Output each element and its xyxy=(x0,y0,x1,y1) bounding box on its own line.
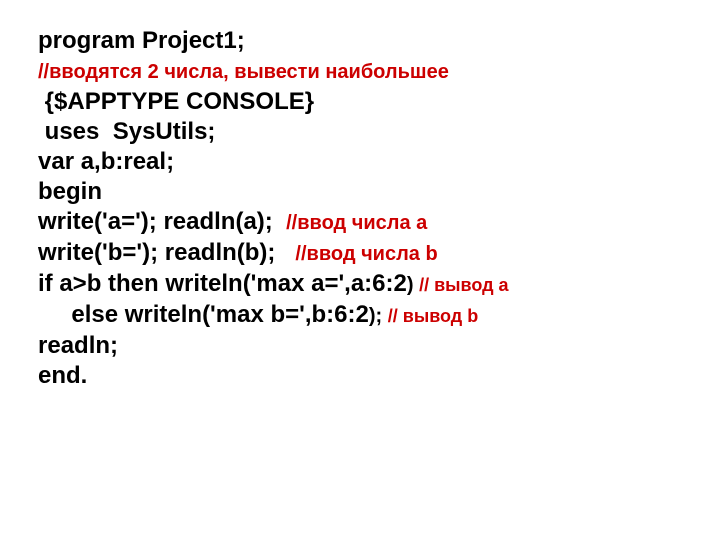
code-line-6: begin xyxy=(38,177,720,207)
code-line-8: write('b='); readln(b); //ввод числа b xyxy=(38,238,720,269)
code-tail: ); xyxy=(369,305,388,327)
code-line-12: end. xyxy=(38,361,720,391)
comment-text: // вывод b xyxy=(388,306,478,326)
comment-text: //вводятся 2 числа, вывести наибольшее xyxy=(38,61,449,83)
comment-text: //ввод числа а xyxy=(286,212,427,234)
code-line-4: uses SysUtils; xyxy=(38,117,720,147)
code-line-5: var a,b:real; xyxy=(38,147,720,177)
comment-text: //ввод числа b xyxy=(295,243,437,265)
code-tail: ) xyxy=(407,274,419,296)
code-line-3: {$APPTYPE CONSOLE} xyxy=(38,87,720,117)
code-text: if a>b then writeln('max a=',a:6:2 xyxy=(38,270,407,297)
code-line-2: //вводятся 2 числа, вывести наибольшее xyxy=(38,56,720,87)
code-text: else writeln('max b=',b:6:2 xyxy=(38,301,369,328)
code-line-1: program Project1; xyxy=(38,26,720,56)
code-text: write('b='); readln(b); xyxy=(38,239,295,266)
code-line-10: else writeln('max b=',b:6:2); // вывод b xyxy=(38,300,720,331)
code-line-9: if a>b then writeln('max a=',a:6:2) // в… xyxy=(38,269,720,300)
code-line-11: readln; xyxy=(38,331,720,361)
code-slide: program Project1; //вводятся 2 числа, вы… xyxy=(0,0,720,391)
code-text: write('a='); readln(a); xyxy=(38,208,286,235)
comment-text: // вывод a xyxy=(419,275,508,295)
code-line-7: write('a='); readln(a); //ввод числа а xyxy=(38,207,720,238)
